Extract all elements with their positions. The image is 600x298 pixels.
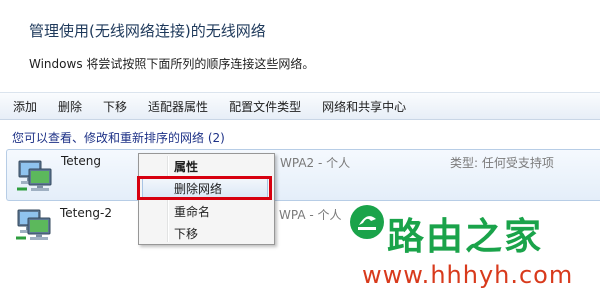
watermark-logo-icon [348, 203, 386, 245]
menu-item-rename[interactable]: 重命名 [174, 203, 210, 220]
network-name: Teteng-2 [60, 206, 112, 220]
wireless-network-icon [14, 208, 52, 246]
network-type: 类型: 任何受支持项 [450, 156, 554, 170]
remove-button[interactable]: 删除 [51, 98, 89, 115]
network-security: WPA - 个人 [279, 208, 342, 222]
network-name: Teteng [61, 154, 101, 168]
network-list-header: 您可以查看、修改和重新排序的网络 (2) [12, 131, 225, 145]
watermark-text: 路由之家 [387, 215, 543, 258]
menu-item-properties[interactable]: 属性 [174, 158, 198, 175]
menu-item-move-down[interactable]: 下移 [174, 225, 198, 242]
move-down-button[interactable]: 下移 [96, 98, 134, 115]
adapter-properties-button[interactable]: 适配器属性 [141, 98, 215, 115]
network-security: WPA2 - 个人 [280, 156, 351, 170]
wireless-network-icon [15, 159, 53, 197]
profile-type-button[interactable]: 配置文件类型 [222, 98, 308, 115]
add-button[interactable]: 添加 [6, 98, 44, 115]
page-title: 管理使用(无线网络连接)的无线网络 [29, 22, 266, 40]
watermark-url: www.hhhyh.com [362, 261, 574, 289]
network-row-teteng[interactable]: Teteng WPA2 - 个人 类型: 任何受支持项 [6, 149, 600, 201]
network-sharing-center-button[interactable]: 网络和共享中心 [315, 98, 413, 115]
page-subtitle: Windows 将尝试按照下面所列的顺序连接这些网络。 [29, 57, 315, 71]
toolbar: 添加 删除 下移 适配器属性 配置文件类型 网络和共享中心 [0, 92, 600, 120]
annotation-highlight-box [137, 176, 272, 200]
